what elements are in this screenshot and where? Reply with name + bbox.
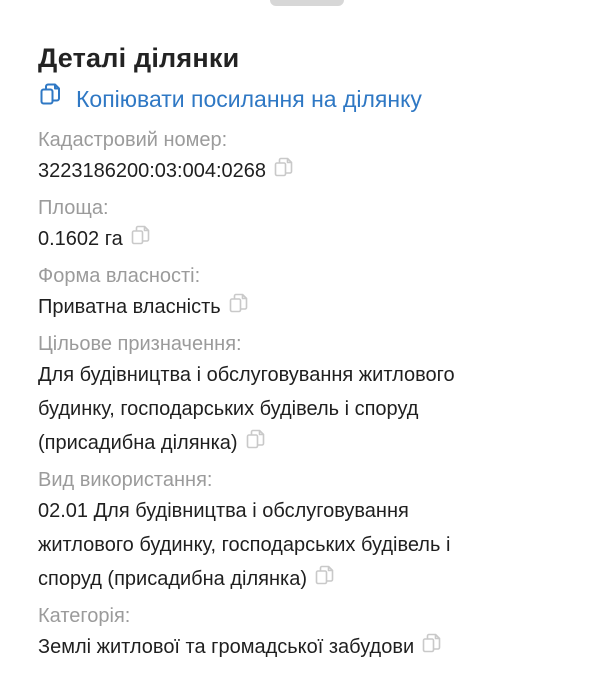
copy-icon[interactable] [422,630,442,653]
copy-link-icon [40,83,62,107]
panel-title: Деталі ділянки [38,43,240,73]
field-label: Вид використання: [38,469,213,491]
field-value-line: 0.1602 га [38,228,123,250]
field-value-line: Землі житлової та громадської забудови [38,636,415,658]
field-label: Площа: [38,197,109,219]
field-value-line: 02.01 Для будівництва і обслуговування [38,500,409,522]
field-value-line: житлового будинку, господарських будівел… [38,534,451,556]
copy-icon[interactable] [315,562,335,585]
field-value-line: будинку, господарських будівель і споруд [38,398,419,420]
field-4: Вид використання: 02.01 Для будівництва і… [38,466,584,596]
field-value-line: (присадибна ділянка) [38,432,238,454]
field-value-line: Приватна власність [38,296,221,318]
field-label: Категорія: [38,605,131,627]
field-value: 02.01 Для будівництва і обслуговування жи… [38,494,584,596]
field-value: 3223186200:03:004:0268 [38,154,584,188]
field-label: Кадастровий номер: [38,129,228,151]
field-3: Цільове призначення: Для будівництва і об… [38,330,584,460]
copy-link-label: Копіювати посилання на ділянку [76,86,422,112]
field-value: Землі житлової та громадської забудови [38,630,584,664]
fields-list: Кадастровий номер: 3223186200:03:004:0268… [38,126,584,664]
field-value: Для будівництва і обслуговування житлово… [38,358,584,460]
copy-icon[interactable] [246,426,266,449]
field-value-line: 3223186200:03:004:0268 [38,160,267,182]
parcel-details-panel: Деталі ділянки Копіювати посилання на ді… [38,40,584,670]
field-2: Форма власності: Приватна власність [38,262,584,324]
copy-icon[interactable] [229,290,249,313]
field-5: Категорія: Землі житлової та громадської … [38,602,584,664]
field-label: Цільове призначення: [38,333,242,355]
copy-parcel-link-button[interactable]: Копіювати посилання на ділянку [38,82,584,116]
copy-icon[interactable] [131,222,151,245]
field-label: Форма власності: [38,265,201,287]
field-0: Кадастровий номер: 3223186200:03:004:0268 [38,126,584,188]
copy-icon[interactable] [274,154,294,177]
field-1: Площа: 0.1602 га [38,194,584,256]
field-value-line: Для будівництва і обслуговування житлово… [38,364,455,386]
field-value-line: споруд (присадибна ділянка) [38,568,307,590]
drag-handle[interactable] [270,0,344,6]
field-value: Приватна власність [38,290,584,324]
field-value: 0.1602 га [38,222,584,256]
